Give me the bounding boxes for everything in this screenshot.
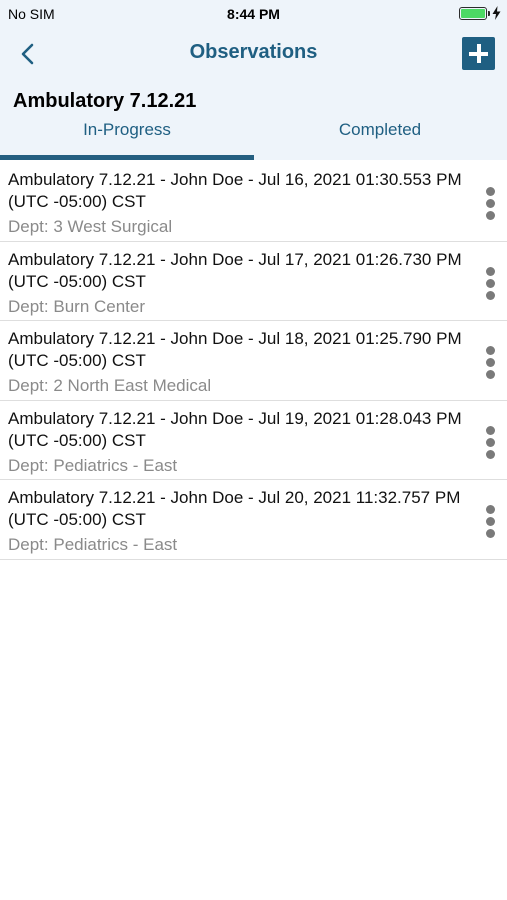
- tab-bar: In-Progress Completed: [0, 116, 507, 160]
- list-item[interactable]: Ambulatory 7.12.21 - John Doe - Jul 18, …: [0, 321, 507, 401]
- observation-dept: Dept: Pediatrics - East: [8, 456, 177, 476]
- tab-completed[interactable]: Completed: [253, 116, 507, 160]
- dept-value: 2 North East Medical: [53, 376, 212, 395]
- more-options-icon[interactable]: [482, 505, 498, 539]
- dept-label: Dept:: [8, 535, 54, 554]
- charging-icon: [492, 6, 501, 20]
- dept-value: Pediatrics - East: [53, 535, 178, 554]
- battery-cap: [488, 11, 490, 16]
- list-item[interactable]: Ambulatory 7.12.21 - John Doe - Jul 17, …: [0, 242, 507, 321]
- more-options-icon[interactable]: [482, 425, 498, 460]
- more-options-icon[interactable]: [482, 187, 498, 221]
- battery-icon: [459, 7, 487, 20]
- dept-label: Dept:: [8, 296, 54, 316]
- list-item[interactable]: Ambulatory 7.12.21 - John Doe - Jul 16, …: [0, 162, 507, 242]
- status-time: 8:44 PM: [227, 6, 280, 22]
- dept-value: 3 West Surgical: [53, 217, 173, 236]
- observation-dept: Dept: Burn Center: [8, 297, 145, 317]
- status-bar: No SIM 8:44 PM: [0, 0, 507, 28]
- dept-value: Burn Center: [53, 296, 146, 316]
- dept-label: Dept:: [8, 217, 54, 236]
- observation-dept: Dept: Pediatrics - East: [8, 535, 177, 555]
- list-item[interactable]: Ambulatory 7.12.21 - John Doe - Jul 20, …: [0, 480, 507, 560]
- more-options-icon[interactable]: [482, 266, 498, 301]
- observation-title: Ambulatory 7.12.21 - John Doe - Jul 19, …: [8, 408, 462, 450]
- more-options-icon[interactable]: [482, 346, 498, 380]
- observation-title: Ambulatory 7.12.21 - John Doe - Jul 18, …: [8, 329, 462, 370]
- dept-label: Dept:: [8, 455, 54, 475]
- observation-title: Ambulatory 7.12.21 - John Doe - Jul 16, …: [8, 170, 462, 211]
- dept-label: Dept:: [8, 376, 54, 395]
- observation-list: Ambulatory 7.12.21 - John Doe - Jul 16, …: [0, 162, 507, 560]
- dept-value: Pediatrics - East: [53, 455, 178, 475]
- observation-title: Ambulatory 7.12.21 - John Doe - Jul 20, …: [8, 488, 461, 529]
- tab-in-progress[interactable]: In-Progress: [0, 116, 254, 160]
- add-observation-button[interactable]: [462, 37, 495, 70]
- list-item[interactable]: Ambulatory 7.12.21 - John Doe - Jul 19, …: [0, 401, 507, 480]
- section-title: Ambulatory 7.12.21: [13, 90, 197, 112]
- navigation-bar: Observations: [0, 28, 507, 80]
- selected-tab-indicator: [0, 155, 254, 160]
- page-title: Observations: [189, 41, 318, 63]
- observation-title: Ambulatory 7.12.21 - John Doe - Jul 17, …: [8, 249, 462, 291]
- observation-dept: Dept: 3 West Surgical: [8, 217, 172, 237]
- observation-dept: Dept: 2 North East Medical: [8, 376, 211, 396]
